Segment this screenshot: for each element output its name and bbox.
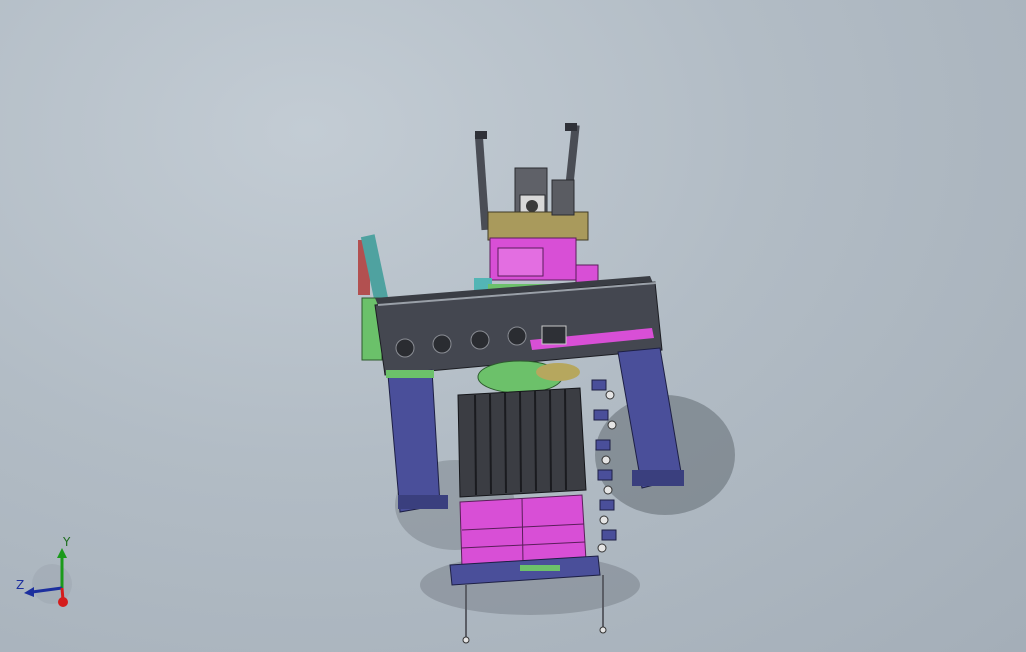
coordinate-triad[interactable]: Y Z <box>10 535 80 616</box>
3d-viewport[interactable]: Y Z <box>0 0 1026 652</box>
top-bracket <box>487 211 589 241</box>
z-axis-label: Z <box>16 578 25 592</box>
motor-shaft <box>526 200 538 212</box>
right-column-foot <box>632 470 684 486</box>
olive-disc <box>536 363 580 381</box>
leg-foot <box>599 626 607 634</box>
left-column-foot <box>398 495 448 509</box>
cad-model-assembly[interactable] <box>0 0 1026 652</box>
left-column-cap <box>386 370 434 378</box>
beam-hole <box>507 326 527 346</box>
upper-carriage-detail <box>497 247 544 277</box>
rod-cap <box>475 131 487 139</box>
base-green <box>520 565 560 571</box>
beam-hole <box>395 338 415 358</box>
beam-slider <box>541 325 567 345</box>
motor-mount <box>551 179 575 216</box>
left-column <box>387 369 441 513</box>
beam-hole <box>432 334 452 354</box>
leg-foot <box>462 636 470 644</box>
y-axis-label: Y <box>63 535 71 549</box>
guide-rod <box>474 134 490 231</box>
rod-cap <box>565 123 577 131</box>
beam-hole <box>470 330 490 350</box>
